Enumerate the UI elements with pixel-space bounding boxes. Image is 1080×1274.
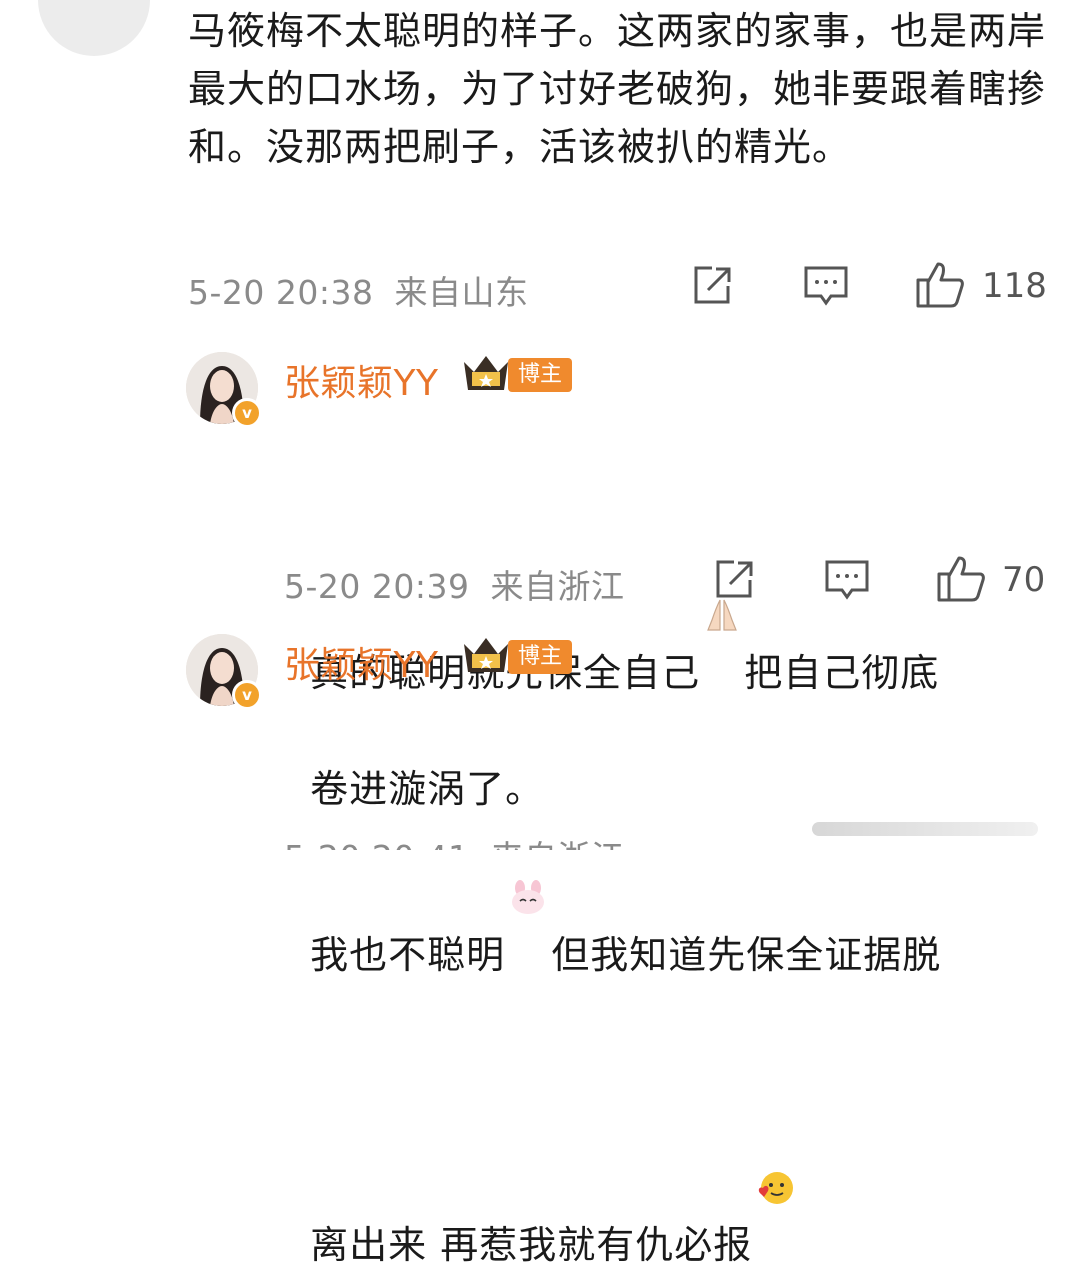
thumbs-up-icon[interactable] <box>936 554 986 606</box>
reply-time: 5-20 20:39 <box>284 567 470 606</box>
comment-location: 来自山东 <box>394 273 529 312</box>
love-emoji <box>752 1042 798 1274</box>
reply-meta: 5-20 20:39 来自浙江 <box>284 560 625 608</box>
thumbs-up-icon[interactable] <box>915 260 965 312</box>
like-count: 70 <box>1002 560 1046 600</box>
comment-text: 马筱梅不太聪明的样子。这两家的家事，也是两岸最大的口水场，为了讨好老破狗，她非要… <box>188 9 1047 169</box>
comment-icon[interactable] <box>803 264 849 312</box>
crown-icon <box>460 634 512 680</box>
comment-meta: 5-20 20:38 来自山东 <box>188 266 529 314</box>
reply-text-line1b: 把自己彻底 <box>744 651 940 695</box>
verified-icon: v <box>232 680 262 710</box>
blogger-badge: 博主 <box>508 358 573 392</box>
avatar-partial[interactable] <box>38 0 150 56</box>
reply-meta: 5-20 20:41 来自浙江 <box>284 838 625 850</box>
reply-location: 来自浙江 <box>491 838 625 850</box>
share-icon[interactable] <box>712 558 756 606</box>
reply-location: 来自浙江 <box>490 567 625 606</box>
reply-username[interactable]: 张颖颖YY <box>284 636 438 688</box>
reply-time: 5-20 20:41 <box>284 838 470 850</box>
faded-overlay <box>812 822 1038 836</box>
bunny-emoji <box>505 752 551 984</box>
blogger-badge: 博主 <box>508 640 573 674</box>
crown-icon <box>460 352 512 398</box>
comment-time: 5-20 20:38 <box>188 273 374 312</box>
reply-text: 我也不聪明 但我知道先保全证据脱 离出来 再惹我就有仇必报 <box>284 694 1044 1274</box>
reply-text-line1: 我也不聪明 <box>310 933 506 977</box>
like-count: 118 <box>982 266 1047 306</box>
verified-icon: v <box>232 398 262 428</box>
reply-username[interactable]: 张颖颖YY <box>284 354 438 406</box>
reply-text-line2: 离出来 再惹我就有仇必报 <box>310 1223 753 1267</box>
comment-icon[interactable] <box>824 558 870 606</box>
share-icon[interactable] <box>690 264 734 312</box>
reply-text-line1b: 但我知道先保全证据脱 <box>551 933 942 977</box>
